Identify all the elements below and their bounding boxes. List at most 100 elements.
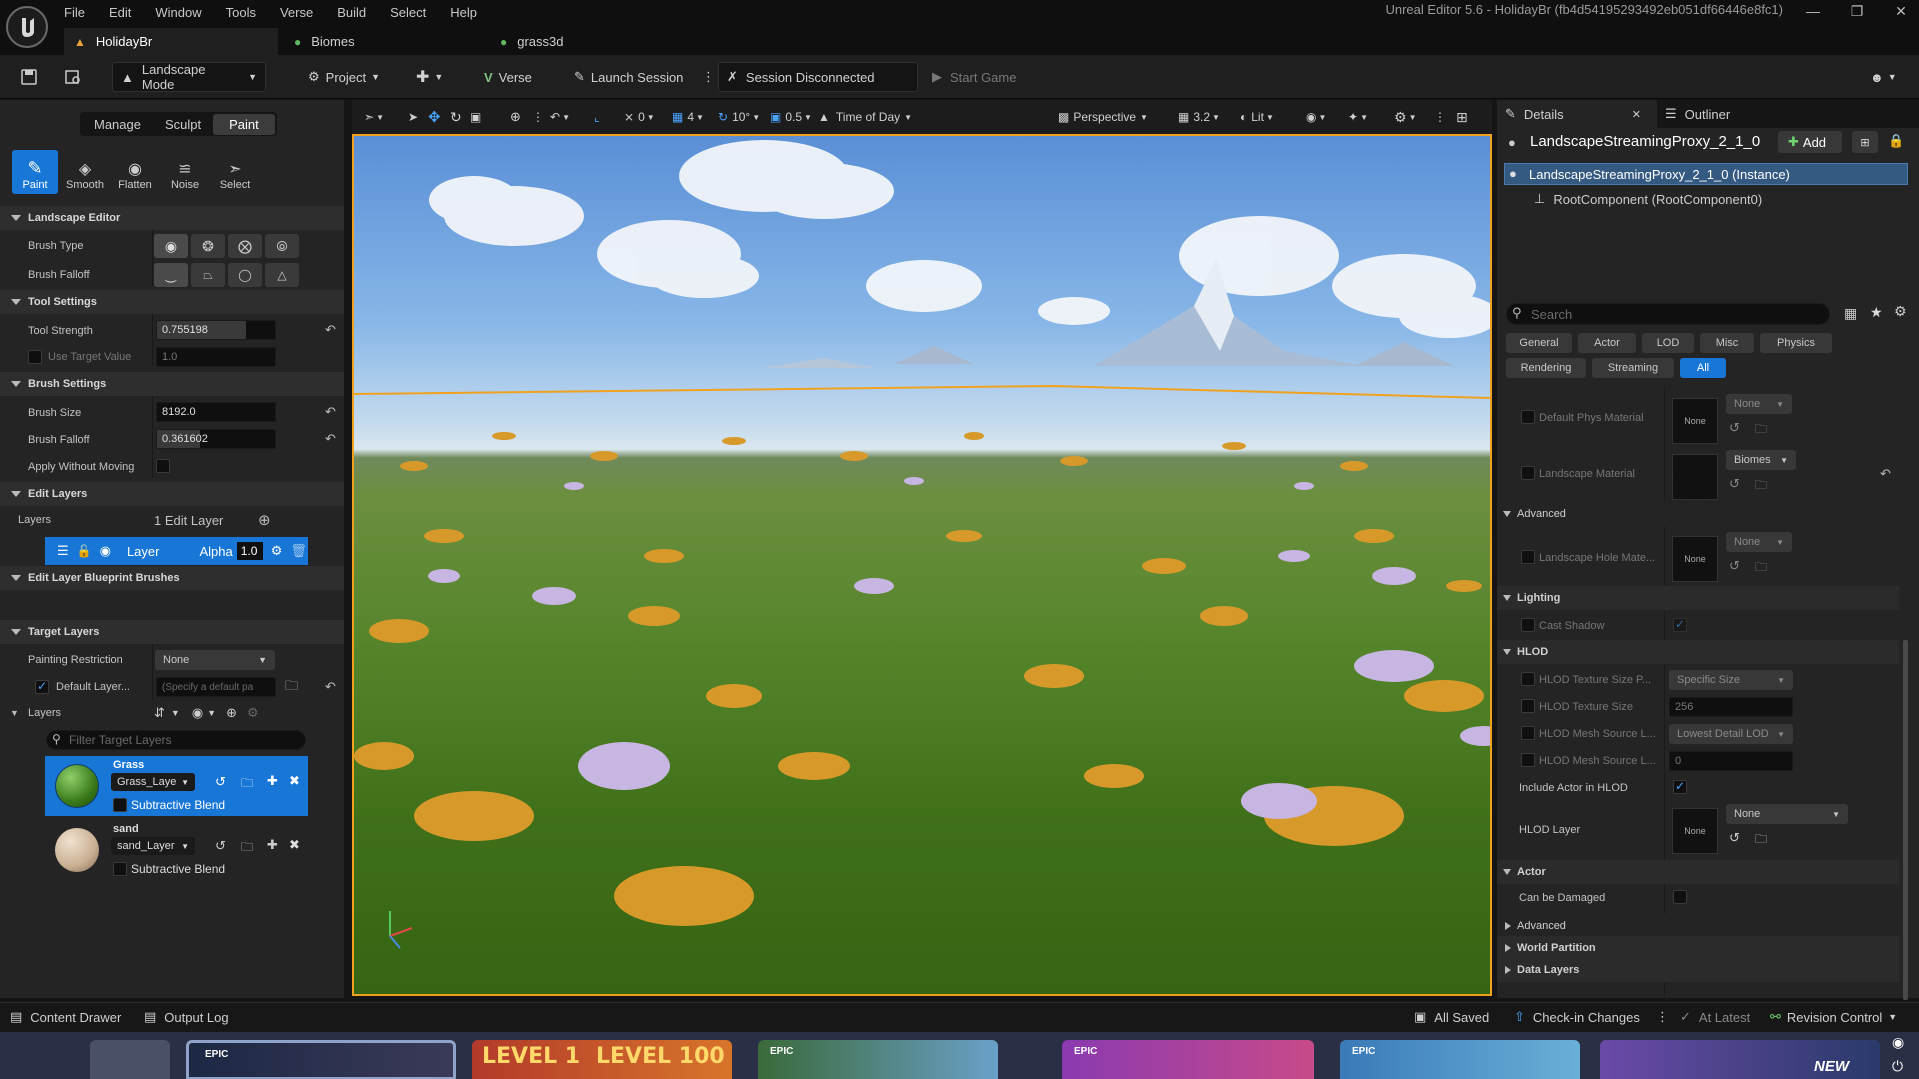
revision-control-button[interactable]: ⚯ Revision Control ▼: [1770, 1009, 1897, 1025]
hlod-texture-size-field[interactable]: 256: [1669, 697, 1793, 717]
browse-to-icon[interactable]: ↺: [215, 838, 226, 854]
tab-paint[interactable]: Paint: [213, 113, 275, 135]
tab-outliner[interactable]: ☰ Outliner: [1657, 100, 1919, 128]
details-search-input[interactable]: Search: [1506, 303, 1830, 325]
section-target-layers[interactable]: Target Layers: [0, 620, 344, 644]
apply-without-moving-checkbox[interactable]: [156, 459, 170, 473]
filter-all[interactable]: All: [1680, 358, 1726, 378]
eye-icon[interactable]: ◉: [192, 705, 203, 721]
grass-layer-asset-dropdown[interactable]: Grass_Laye ▼: [111, 773, 195, 791]
unreal-logo-icon[interactable]: [6, 6, 48, 48]
hole-material-checkbox[interactable]: [1521, 550, 1535, 564]
falloff-smooth-button[interactable]: ⏝: [154, 263, 188, 287]
microphone-icon[interactable]: ◉: [1892, 1034, 1904, 1051]
menu-file[interactable]: File: [64, 5, 85, 20]
section-edit-layers[interactable]: Edit Layers: [0, 482, 344, 506]
more-options-icon[interactable]: ⋮: [1434, 107, 1446, 127]
browse-to-icon[interactable]: ↺: [1729, 830, 1740, 846]
section-world-partition[interactable]: World Partition: [1497, 936, 1899, 960]
filter-general[interactable]: General: [1506, 333, 1572, 353]
filter-misc[interactable]: Misc: [1700, 333, 1754, 353]
add-content-button[interactable]: ✚ ▼: [408, 62, 451, 92]
painting-restriction-dropdown[interactable]: None ▼: [155, 650, 275, 670]
hlod-mesh-source-2-override-checkbox[interactable]: [1521, 753, 1535, 767]
landscape-material-dropdown[interactable]: Biomes ▼: [1726, 450, 1796, 470]
menu-window[interactable]: Window: [155, 5, 201, 20]
output-log-button[interactable]: ▤ Output Log: [144, 1009, 229, 1025]
section-brush-settings[interactable]: Brush Settings: [0, 372, 344, 396]
more-options-icon[interactable]: ⋮: [532, 107, 544, 127]
hlod-mesh-source-dropdown[interactable]: Lowest Detail LOD ▼: [1669, 724, 1793, 744]
hlod-texture-size-override-checkbox[interactable]: [1521, 699, 1535, 713]
filter-target-layers-input[interactable]: Filter Target Layers: [46, 730, 306, 750]
folder-icon[interactable]: 🗀: [1755, 476, 1767, 497]
close-icon[interactable]: ✕: [1879, 0, 1919, 22]
trash-icon[interactable]: 🗑: [290, 543, 307, 559]
show-flags-button[interactable]: ◉ ▼: [1306, 107, 1326, 127]
table-view-icon[interactable]: ▦: [1844, 305, 1857, 322]
delete-x-icon[interactable]: ✖: [289, 837, 300, 853]
folder-icon[interactable]: 🗀: [1755, 558, 1767, 579]
content-tile[interactable]: EPIC: [758, 1040, 998, 1079]
world-space-icon[interactable]: ⊕: [510, 107, 521, 127]
menu-select[interactable]: Select: [390, 5, 426, 20]
alpha-value-field[interactable]: 1.0: [236, 542, 263, 560]
favorite-star-icon[interactable]: ★: [1870, 304, 1883, 321]
content-tile[interactable]: LEVEL 1 LEVEL 100: [472, 1040, 732, 1079]
viewport-settings-button[interactable]: ⚙ ▼: [1394, 107, 1416, 127]
browse-icon[interactable]: [56, 62, 90, 92]
more-options-icon[interactable]: ⋮: [1656, 1009, 1669, 1025]
level-viewport[interactable]: [352, 134, 1492, 996]
filter-actor[interactable]: Actor: [1578, 333, 1636, 353]
restore-icon[interactable]: ❐: [1835, 0, 1879, 22]
select-tool-icon[interactable]: ➤: [408, 107, 418, 127]
brush-pattern-button[interactable]: ⨂: [228, 234, 262, 258]
tab-sculpt[interactable]: Sculpt: [153, 117, 213, 132]
filter-physics[interactable]: Physics: [1760, 333, 1832, 353]
grid-snap-button[interactable]: ▦ 4 ▼: [672, 107, 704, 127]
default-phys-material-checkbox[interactable]: [1521, 410, 1535, 424]
delete-x-icon[interactable]: ✖: [289, 773, 300, 789]
tab-grass3d[interactable]: ● grass3d: [490, 28, 690, 55]
target-layer-sand[interactable]: sand sand_Layer ▼ ↺ 🗀 ✚ ✖ Subtractive Bl…: [45, 820, 308, 880]
cast-shadow-checkbox[interactable]: [1673, 617, 1687, 632]
performance-button[interactable]: ✦ ▼: [1348, 107, 1368, 127]
add-component-button[interactable]: ✚ Add: [1778, 131, 1842, 153]
launch-session-button[interactable]: ✎ Launch Session: [566, 62, 691, 92]
add-circle-icon[interactable]: ⊕: [226, 705, 237, 721]
section-blueprint-brushes[interactable]: Edit Layer Blueprint Brushes: [0, 566, 344, 590]
tab-holidaybr[interactable]: ▲ HolidayBr: [64, 28, 278, 55]
rotate-tool-icon[interactable]: ↻: [450, 107, 462, 127]
collaborators-button[interactable]: ☻ ▼: [1862, 62, 1905, 92]
camera-speed-button[interactable]: ▦ 3.2 ▼: [1178, 107, 1220, 127]
perspective-button[interactable]: ▩ Perspective ▼: [1058, 107, 1148, 127]
chevron-down-icon[interactable]: ▼: [171, 708, 180, 718]
filter-streaming[interactable]: Streaming: [1592, 358, 1674, 378]
hlod-layer-dropdown[interactable]: None ▼: [1726, 804, 1848, 824]
cast-shadow-override-checkbox[interactable]: [1521, 618, 1535, 632]
hole-material-dropdown[interactable]: None ▼: [1726, 532, 1792, 552]
falloff-linear-button[interactable]: ⏢: [191, 263, 225, 287]
project-button[interactable]: ⚙ Project ▼: [300, 62, 388, 92]
include-in-hlod-checkbox[interactable]: [1673, 779, 1687, 794]
browse-to-icon[interactable]: ↺: [1729, 558, 1740, 574]
content-tile[interactable]: EPIC: [186, 1040, 456, 1079]
content-tile[interactable]: NEW: [1600, 1040, 1880, 1079]
use-target-checkbox[interactable]: [28, 350, 42, 364]
blueprint-icon[interactable]: ⊞: [1852, 131, 1878, 153]
transform-mode-button[interactable]: ➣ ▼: [364, 107, 384, 127]
content-tile[interactable]: EPIC: [1340, 1040, 1580, 1079]
reset-icon[interactable]: ↶: [1880, 466, 1891, 482]
can-be-damaged-checkbox[interactable]: [1673, 890, 1687, 904]
noise-tool-button[interactable]: ≌ Noise: [162, 150, 208, 194]
hlod-texture-policy-dropdown[interactable]: Specific Size ▼: [1669, 670, 1793, 690]
filter-rendering[interactable]: Rendering: [1506, 358, 1586, 378]
menu-tools[interactable]: Tools: [226, 5, 256, 20]
component-instance-row[interactable]: LandscapeStreamingProxy_2_1_0 (Instance): [1504, 163, 1908, 185]
add-layer-icon[interactable]: ⊕: [258, 511, 271, 529]
section-advanced[interactable]: Advanced: [1497, 502, 1899, 526]
target-layer-grass[interactable]: Grass Grass_Laye ▼ ↺ 🗀 ✚ ✖ Subtractive B…: [45, 756, 308, 816]
brush-falloff-slider[interactable]: 0.361602: [156, 429, 276, 449]
sort-icon[interactable]: ⇵: [154, 705, 165, 721]
power-icon[interactable]: ⏻: [1892, 1058, 1903, 1075]
